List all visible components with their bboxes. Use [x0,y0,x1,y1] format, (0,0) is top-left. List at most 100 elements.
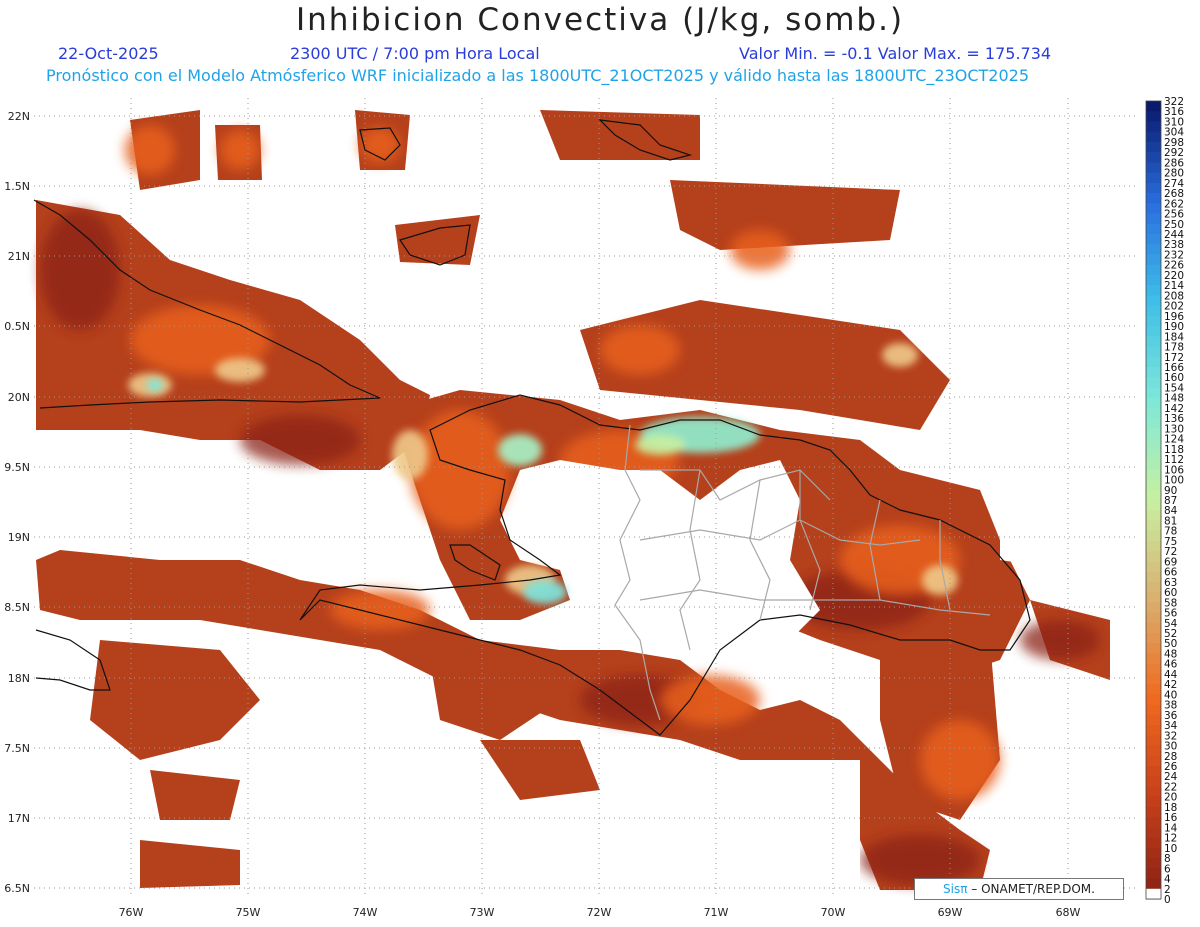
lat-label: 20N [8,391,30,404]
colorbar-swatch [1146,888,1161,899]
lat-label: 0.5N [4,320,30,333]
colorbar-swatch [1146,172,1161,184]
lat-label: 8.5N [4,601,30,614]
lat-label: 6.5N [4,882,30,895]
colorbar-swatch [1146,274,1161,286]
colorbar-swatch [1146,704,1161,716]
colorbar-swatch [1146,162,1161,174]
colorbar-swatch [1146,837,1161,849]
colorbar-swatch [1146,397,1161,409]
colorbar-swatch [1146,561,1161,573]
colorbar-swatch [1146,152,1161,163]
lat-label: 17N [8,812,30,825]
lon-label: 71W [704,906,729,919]
colorbar-swatch [1146,540,1161,552]
colorbar-swatch [1146,459,1161,470]
colorbar-swatch [1146,479,1161,491]
colorbar-swatch [1146,745,1161,757]
credit-text: – ONAMET/REP.DOM. [971,882,1095,896]
colorbar: 3223163103042982922862802742682622562502… [1145,96,1184,906]
colorbar-swatch [1146,377,1161,388]
colorbar-swatch [1146,878,1161,890]
colorbar-swatch [1146,428,1161,440]
colorbar-swatch [1146,356,1161,368]
colorbar-swatch [1146,581,1161,593]
colorbar-swatch [1146,285,1161,296]
lon-label: 70W [821,906,846,919]
lat-label: 9.5N [4,461,30,474]
lon-label: 75W [236,906,261,919]
colorbar-swatch [1146,806,1161,818]
colorbar-swatch [1146,489,1161,501]
colorbar-swatch [1146,858,1161,869]
lat-label: 22N [8,110,30,123]
colorbar-swatch [1146,622,1161,634]
colorbar-swatch [1146,684,1161,695]
lat-axis: 22N 1.5N 21N 0.5N 20N 9.5N 19N 8.5N 18N … [4,110,30,895]
colorbar-swatch [1146,254,1161,266]
lon-label: 72W [587,906,612,919]
colorbar-swatch [1146,111,1161,122]
lon-label: 74W [353,906,378,919]
colorbar-swatch [1146,203,1161,215]
colorbar-swatch [1146,101,1161,112]
colorbar-swatch [1146,725,1161,736]
colorbar-swatch [1146,234,1161,245]
colorbar-swatch [1146,387,1161,399]
colorbar-swatch [1146,438,1161,450]
colorbar-swatch [1146,264,1161,276]
lon-label: 68W [1056,906,1081,919]
lon-label: 73W [470,906,495,919]
colorbar-swatch [1146,817,1161,828]
colorbar-swatch [1146,295,1161,307]
colorbar-swatch [1146,131,1161,143]
map-plot: 22N 1.5N 21N 0.5N 20N 9.5N 19N 8.5N 18N … [4,96,1184,919]
colorbar-swatch [1146,305,1161,317]
colorbar-swatch [1146,500,1161,511]
colorbar-swatch [1146,766,1161,777]
colorbar-swatch [1146,612,1161,624]
colorbar-swatch [1146,786,1161,798]
colorbar-swatch [1146,223,1161,235]
colorbar-swatch [1146,868,1161,880]
colorbar-swatch [1146,141,1161,153]
colorbar-swatch [1146,336,1161,348]
lat-label: 18N [8,672,30,685]
colorbar-swatch [1146,643,1161,654]
credit-brand: Sisπ [943,882,968,896]
colorbar-swatch [1146,510,1161,521]
colorbar-swatch [1146,315,1161,327]
colorbar-swatch [1146,213,1161,225]
colorbar-swatch [1146,346,1161,358]
colorbar-swatch [1146,244,1161,255]
colorbar-swatch [1146,469,1161,481]
colorbar-swatch [1146,407,1161,419]
colorbar-swatch [1146,182,1161,194]
lon-axis: 76W 75W 74W 73W 72W 71W 70W 69W 68W [119,906,1081,919]
colorbar-swatch [1146,755,1161,767]
lon-label: 76W [119,906,144,919]
colorbar-swatch [1146,694,1161,706]
lat-label: 1.5N [4,180,30,193]
colorbar-swatch [1146,367,1161,378]
lat-label: 19N [8,531,30,544]
colorbar-swatch [1146,663,1161,675]
colorbar-swatch [1146,827,1161,839]
colorbar-swatch [1146,796,1161,808]
colorbar-swatch [1146,571,1161,583]
colorbar-label: 0 [1164,894,1171,906]
colorbar-swatch [1146,121,1161,133]
colorbar-swatch [1146,520,1161,532]
colorbar-swatch [1146,714,1161,726]
colorbar-swatch [1146,633,1161,644]
colorbar-swatch [1146,847,1161,859]
colorbar-swatch [1146,193,1161,204]
lat-label: 7.5N [4,742,30,755]
colorbar-swatch [1146,735,1161,747]
colorbar-swatch [1146,602,1161,614]
colorbar-swatch [1146,673,1161,685]
lon-label: 69W [938,906,963,919]
colorbar-swatch [1146,448,1161,460]
colorbar-swatch [1146,653,1161,665]
colorbar-swatch [1146,530,1161,542]
